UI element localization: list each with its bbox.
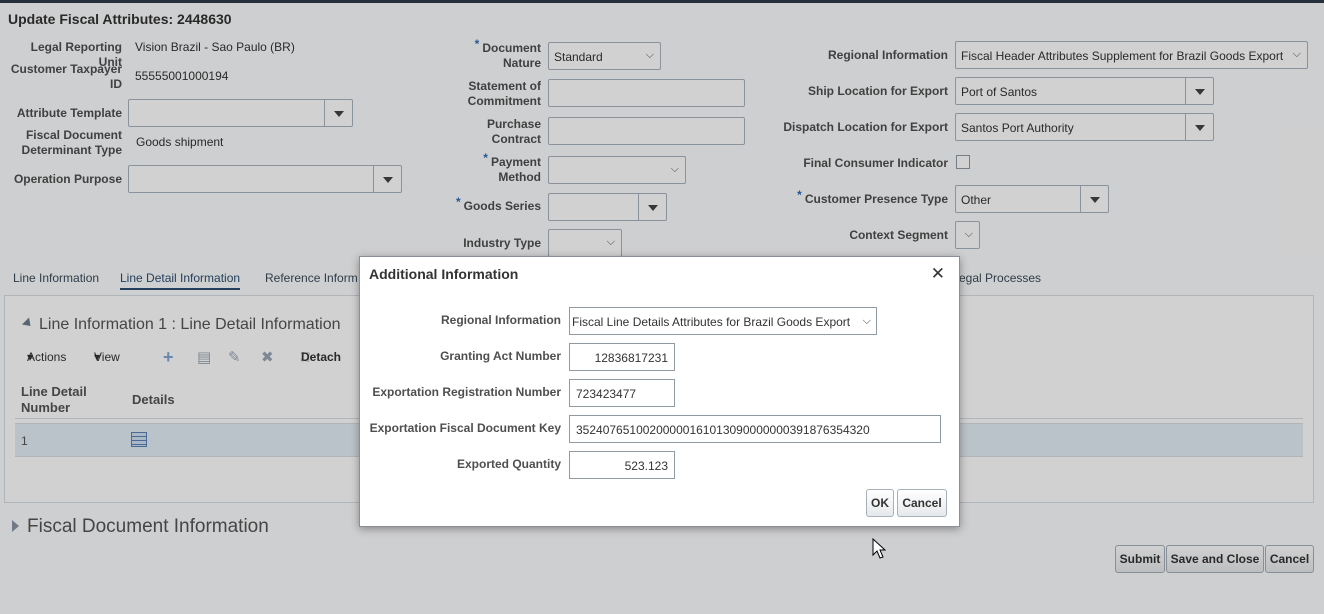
exported-quantity-value: 523.123 [624,459,668,473]
dialog-title: Additional Information [369,266,519,282]
ok-button[interactable]: OK [866,489,894,517]
exported-quantity-input[interactable]: 523.123 [569,451,675,479]
exportation-fiscal-document-key-input[interactable]: 3524076510020000016101309000000039187635… [569,415,941,443]
granting-act-number-value: 12836817231 [594,351,668,365]
additional-information-dialog: Additional Information ✕ Regional Inform… [359,256,960,527]
exportation-fiscal-document-key-label: Exportation Fiscal Document Key [369,421,561,435]
exportation-registration-number-input[interactable]: 723423477 [569,379,675,407]
exported-quantity-label: Exported Quantity [456,457,561,471]
granting-act-number-label: Granting Act Number [440,349,561,363]
dialog-regional-information-value: Fiscal Line Details Attributes for Brazi… [572,315,851,329]
granting-act-number-input[interactable]: 12836817231 [569,343,675,371]
dialog-regional-information-label: Regional Information [441,313,561,327]
chevron-down-icon: ⌵ [862,315,871,327]
exportation-registration-number-label: Exportation Registration Number [372,385,561,399]
dialog-regional-information-select[interactable]: Fiscal Line Details Attributes for Brazi… [569,307,877,335]
close-icon[interactable]: ✕ [931,264,945,284]
exportation-registration-number-value: 723423477 [576,387,637,401]
mouse-cursor-icon [872,538,886,559]
dialog-cancel-button[interactable]: Cancel [897,489,947,517]
exportation-fiscal-document-key-value: 3524076510020000016101309000000039187635… [576,423,870,437]
